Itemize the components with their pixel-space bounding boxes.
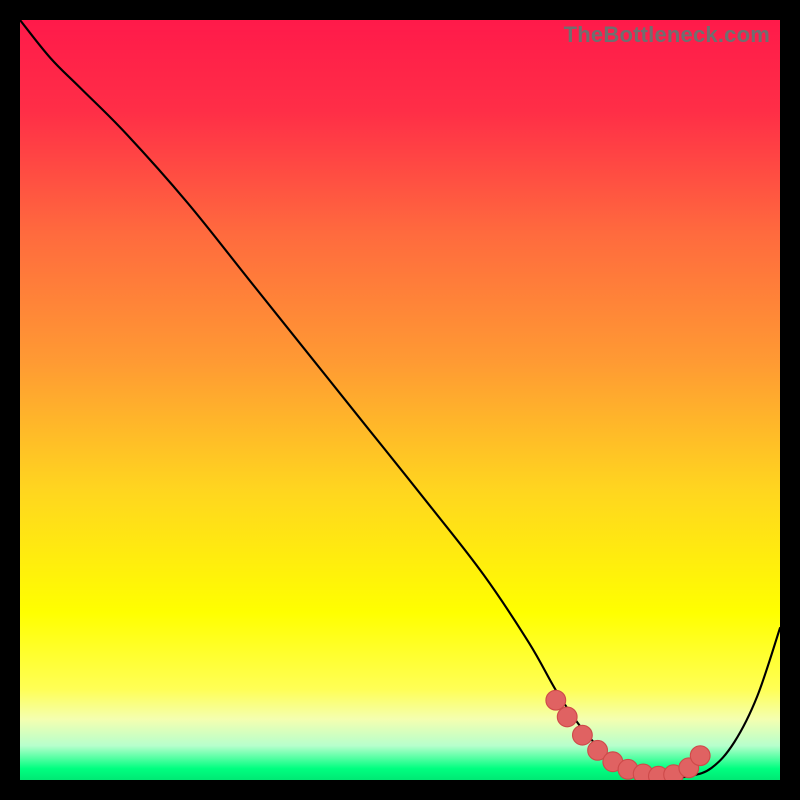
highlight-dot [690,746,710,766]
highlight-dot [573,725,593,745]
highlight-dots [546,690,710,780]
bottleneck-curve [20,20,780,778]
highlight-dot [546,690,566,710]
watermark-logo: TheBottleneck.com [564,22,770,48]
chart-stage: { "watermark": "TheBottleneck.com", "col… [0,0,800,800]
highlight-dot [557,707,577,727]
plot-frame: TheBottleneck.com [20,20,780,780]
plot-area: TheBottleneck.com [20,20,780,780]
curve-layer [20,20,780,780]
